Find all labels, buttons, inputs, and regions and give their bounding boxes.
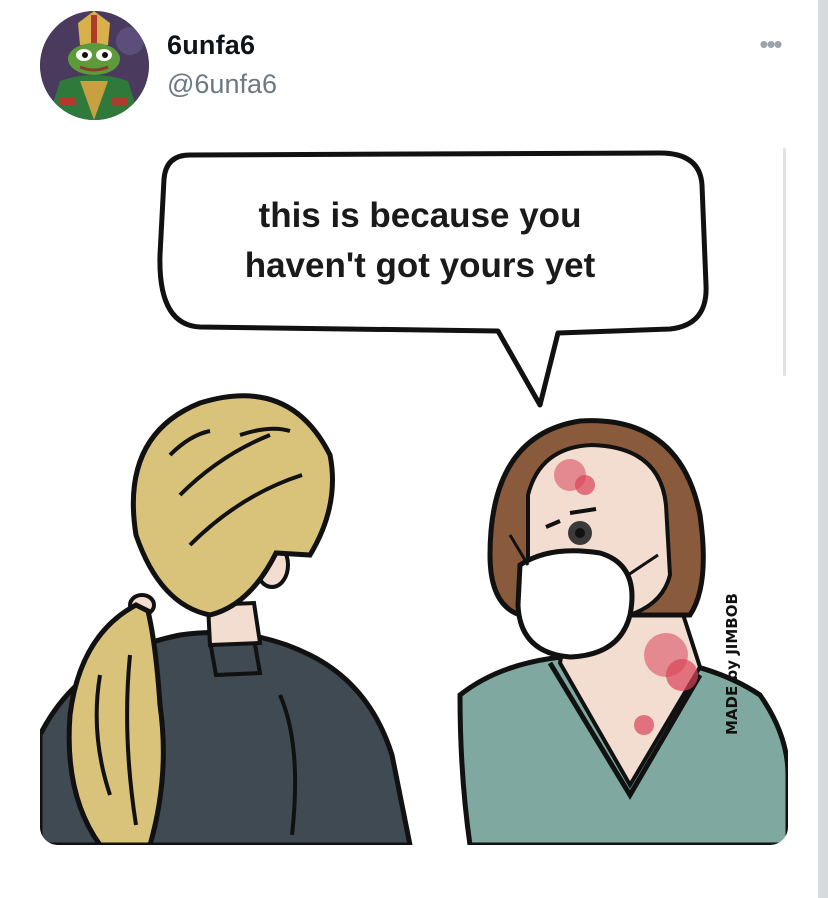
more-options-icon[interactable]: ••• [750, 30, 790, 58]
left-woman-ponytail [66, 602, 166, 845]
tweet-card: 6unfa6 @6unfa6 ••• this is because you h… [0, 0, 828, 898]
tweet-media-image[interactable]: this is because you haven't got yours ye… [40, 135, 788, 845]
scrollbar[interactable] [783, 148, 786, 376]
pepe-frog-bishop-avatar-icon [40, 11, 149, 120]
face-mask [515, 548, 635, 660]
display-name[interactable]: 6unfa6 [167, 30, 255, 61]
speech-line-2: haven't got yours yet [244, 246, 596, 285]
user-handle[interactable]: @6unfa6 [167, 69, 277, 100]
avatar[interactable] [40, 11, 149, 120]
speech-line-1: this is because you [258, 196, 582, 235]
window-edge [818, 0, 828, 898]
artist-signature: MADE by JIMBOB [723, 593, 741, 735]
left-woman-hair [130, 393, 335, 618]
speech-bubble-text: this is because you haven't got yours ye… [140, 191, 700, 291]
